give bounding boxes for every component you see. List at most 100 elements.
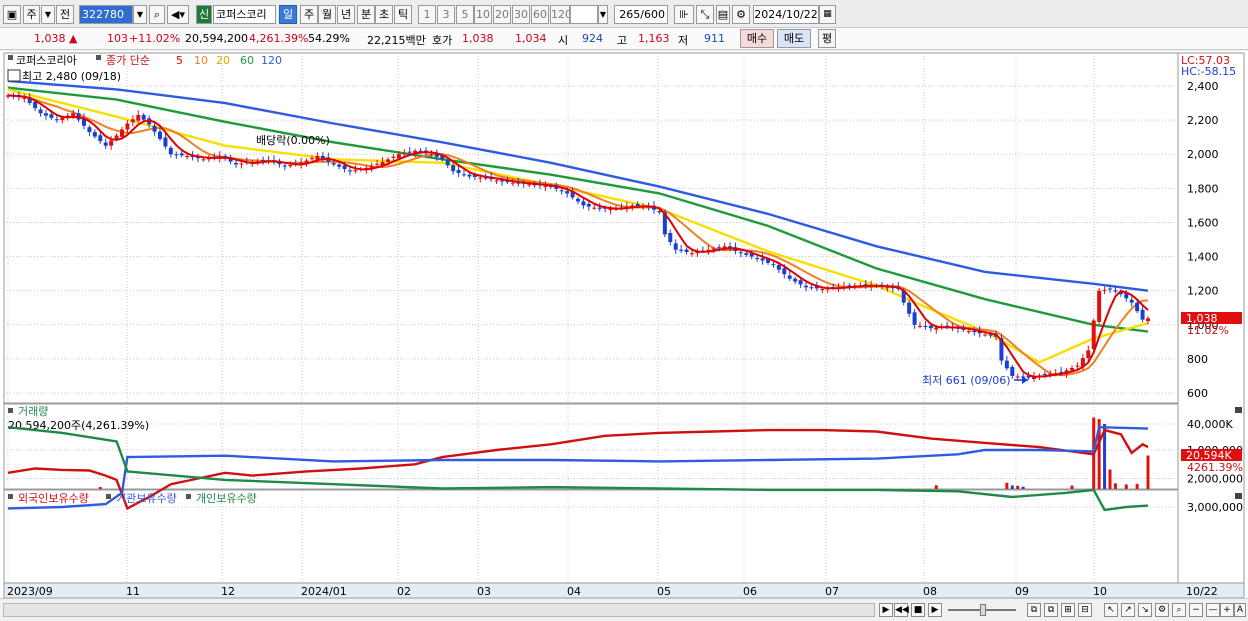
candle-body: [983, 334, 988, 336]
trade-amount: 22,215백만: [367, 34, 426, 47]
save-icon[interactable]: ▤: [716, 5, 730, 24]
x-axis-label: 2023/09: [7, 585, 53, 598]
tab-2[interactable]: 주: [300, 5, 318, 24]
candle-body: [386, 159, 390, 162]
legend-ma-20: 20: [216, 54, 230, 67]
tool-icon-1[interactable]: ⧉: [1027, 603, 1041, 617]
scroll-right-icon[interactable]: ▶: [879, 603, 893, 617]
candle-body: [234, 162, 238, 165]
period-select[interactable]: 주: [23, 5, 40, 24]
x-axis-label: 02: [397, 585, 411, 598]
chevron-down-icon[interactable]: ▼: [41, 5, 55, 24]
font-size-icon[interactable]: A: [1234, 603, 1246, 617]
up-arrow-icon: ▲: [69, 32, 78, 45]
ask-price: 1,038: [462, 32, 494, 45]
candle-body: [342, 165, 347, 170]
low-price-note: 최저 661 (09/06): [922, 374, 1011, 387]
chart-svg[interactable]: 6008001,0001,2001,4001,6001,8002,0002,20…: [0, 51, 1248, 598]
layout-icon[interactable]: ▣: [3, 5, 21, 24]
candle-body: [120, 129, 124, 137]
tab-6[interactable]: 초: [375, 5, 393, 24]
candle-type-icon[interactable]: ⊪: [674, 5, 694, 24]
candle-body: [451, 165, 456, 172]
minus-icon-2[interactable]: —: [1206, 603, 1220, 617]
settings-icon[interactable]: ⚙: [1155, 603, 1169, 617]
tab-7[interactable]: 틱: [394, 5, 412, 24]
holder-legend-bullet: [106, 494, 111, 499]
x-axis-label: 2024/01: [301, 585, 347, 598]
candle-body: [755, 257, 760, 259]
volume-title: 거래량: [18, 405, 48, 418]
candle-body: [185, 155, 190, 157]
chart-area[interactable]: 600 800 1,000 1,200 1,400 1,600 1,800 2,000 2,20…: [0, 51, 1248, 621]
tab-1[interactable]: 일: [279, 5, 297, 24]
interval-button-10[interactable]: 10: [474, 5, 492, 24]
candle-body: [934, 327, 939, 330]
price-tick-label: 2,400: [1187, 80, 1219, 93]
trend-icon-3[interactable]: ↘: [1138, 603, 1152, 617]
volume-bar: [1016, 485, 1020, 489]
gear-icon[interactable]: ⚙: [732, 5, 750, 24]
stock-code-input[interactable]: 322780: [79, 5, 133, 24]
price-tick-label: 1,400: [1187, 251, 1219, 264]
fast-back-icon[interactable]: ◀◀: [894, 603, 909, 617]
volume-bar: [1108, 469, 1112, 489]
trend-icon-1[interactable]: ↖: [1104, 603, 1118, 617]
candle-body: [918, 325, 922, 327]
interval-button-60[interactable]: 60: [531, 5, 549, 24]
chart-scrollbar[interactable]: ▶ ◀◀ ■ ▶ ⧉ ⧉ ⊞ ⊟ ↖ ↗ ↘ ⚙ ⌕ − — + A: [0, 598, 1248, 621]
tool-icon-4[interactable]: ⊟: [1078, 603, 1092, 617]
candle-body: [163, 137, 168, 147]
interval-button-3[interactable]: 3: [437, 5, 455, 24]
sell-button[interactable]: 매도: [777, 29, 811, 48]
blank-field[interactable]: [570, 5, 598, 24]
trend-icon-2[interactable]: ↗: [1121, 603, 1135, 617]
candle-body: [168, 147, 173, 155]
candle-body: [467, 174, 472, 177]
evaluate-button[interactable]: 평: [818, 29, 836, 48]
code-dropdown-icon[interactable]: ▼: [133, 5, 147, 24]
candle-body: [44, 113, 48, 116]
tool-icon-3[interactable]: ⊞: [1061, 603, 1075, 617]
date-field[interactable]: 2024/10/22: [753, 5, 819, 24]
play-icon[interactable]: ▶: [928, 603, 942, 617]
interval-button-30[interactable]: 30: [512, 5, 530, 24]
candle-body: [744, 253, 749, 255]
scroll-track[interactable]: [3, 603, 875, 617]
tab-5[interactable]: 분: [357, 5, 375, 24]
holder-pane: [3, 489, 1179, 584]
prev-button[interactable]: 전: [56, 5, 74, 24]
candle-body: [478, 177, 483, 179]
stock-name-field[interactable]: 코퍼스코리: [213, 5, 276, 24]
blank-dropdown-icon[interactable]: ▼: [598, 5, 608, 24]
volume-tick-label: 40,000K: [1187, 418, 1233, 431]
interval-button-5[interactable]: 5: [456, 5, 474, 24]
minus-icon[interactable]: −: [1189, 603, 1203, 617]
sound-icon[interactable]: ◀▾: [167, 5, 189, 24]
search-icon[interactable]: ⌕: [149, 5, 165, 24]
count-field[interactable]: 265/600: [614, 5, 668, 24]
tab-4[interactable]: 년: [337, 5, 355, 24]
candle-body: [391, 156, 396, 158]
candle-body: [1086, 350, 1091, 359]
zoom-slider-thumb[interactable]: [980, 604, 986, 616]
price-tick-label: 600: [1187, 387, 1208, 400]
interval-button-120[interactable]: 120: [550, 5, 570, 24]
calendar-icon[interactable]: ▦: [819, 5, 836, 24]
candle-body: [92, 132, 97, 137]
interval-button-20[interactable]: 20: [493, 5, 511, 24]
plus-icon[interactable]: +: [1220, 603, 1234, 617]
period-toggle-icon: [7, 69, 21, 82]
tab-3[interactable]: 월: [318, 5, 336, 24]
interval-button-1[interactable]: 1: [418, 5, 436, 24]
legend-bullet: [8, 55, 13, 60]
tool-icon-2[interactable]: ⧉: [1044, 603, 1058, 617]
candle-body: [130, 119, 135, 123]
x-axis-label: 10: [1093, 585, 1107, 598]
candle-body: [592, 207, 597, 209]
candle-body: [22, 97, 27, 99]
buy-button[interactable]: 매수: [740, 29, 774, 48]
zoom-icon[interactable]: ⌕: [1172, 603, 1186, 617]
stop-icon[interactable]: ■: [911, 603, 925, 617]
draw-tool-icon[interactable]: ⤡: [696, 5, 714, 24]
